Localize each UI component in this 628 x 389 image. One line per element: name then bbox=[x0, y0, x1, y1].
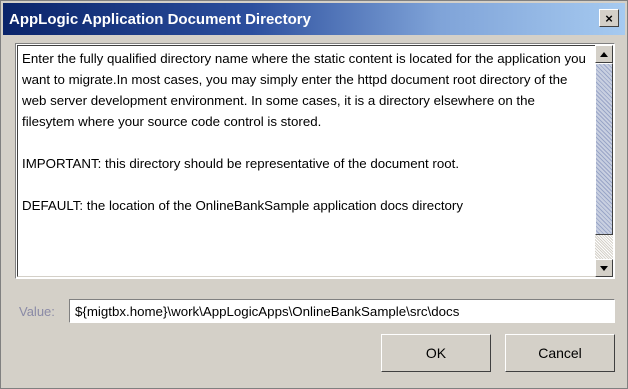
scroll-down-button[interactable] bbox=[595, 259, 613, 277]
window-title: AppLogic Application Document Directory bbox=[9, 10, 311, 28]
value-field[interactable] bbox=[69, 299, 615, 323]
description-panel: Enter the fully qualified directory name… bbox=[15, 43, 615, 279]
scroll-up-button[interactable] bbox=[595, 45, 613, 63]
description-text: Enter the fully qualified directory name… bbox=[22, 48, 588, 274]
value-label: Value: bbox=[19, 304, 55, 319]
close-icon: × bbox=[605, 10, 613, 26]
cancel-button[interactable]: Cancel bbox=[505, 334, 615, 372]
ok-button[interactable]: OK bbox=[381, 334, 491, 372]
value-input[interactable] bbox=[72, 302, 612, 320]
dialog-window: AppLogic Application Document Directory … bbox=[0, 0, 628, 389]
description-paragraph-1: Enter the fully qualified directory name… bbox=[22, 51, 586, 129]
scrollbar-thumb[interactable] bbox=[595, 63, 613, 235]
arrow-up-icon bbox=[600, 51, 608, 57]
description-paragraph-3: DEFAULT: the location of the OnlineBankS… bbox=[22, 198, 464, 213]
description-paragraph-2: IMPORTANT: this directory should be repr… bbox=[22, 156, 460, 171]
title-bar[interactable]: AppLogic Application Document Directory … bbox=[3, 3, 625, 35]
arrow-down-icon bbox=[600, 265, 608, 271]
close-button[interactable]: × bbox=[599, 9, 619, 27]
vertical-scrollbar[interactable] bbox=[595, 45, 613, 277]
